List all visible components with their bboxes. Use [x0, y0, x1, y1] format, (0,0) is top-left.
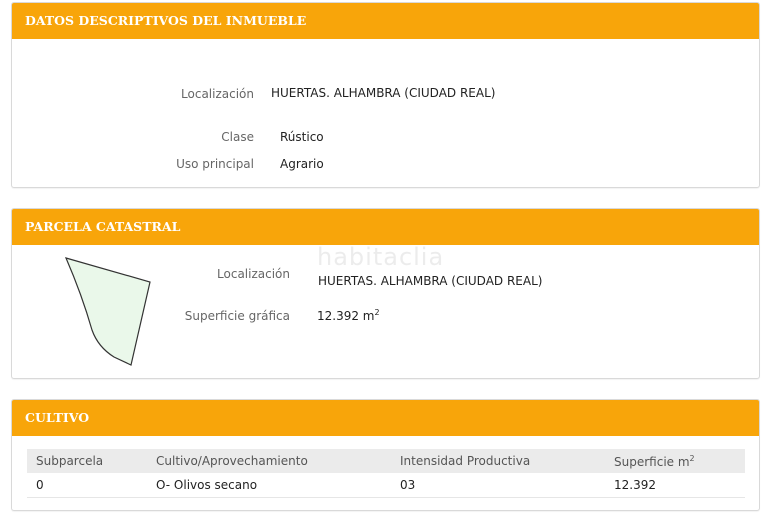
inmueble-uso-label: Uso principal	[176, 157, 254, 171]
parcel-outline	[64, 257, 151, 366]
cell-cultivo: O- Olivos secano	[156, 478, 258, 492]
parcela-superficie-value: 12.392 m2	[317, 308, 380, 323]
cultivo-panel: CULTIVO Subparcela Cultivo/Aprovechamien…	[11, 399, 760, 511]
inmueble-header: DATOS DESCRIPTIVOS DEL INMUEBLE	[12, 3, 759, 39]
cell-intensidad: 03	[400, 478, 416, 492]
cell-subparcela: 0	[36, 478, 44, 492]
col-cultivo: Cultivo/Aprovechamiento	[156, 454, 308, 468]
parcela-header: PARCELA CATASTRAL	[12, 209, 759, 245]
parcela-superficie-label: Superficie gráfica	[184, 309, 290, 323]
parcel-shape	[64, 257, 151, 366]
parcela-panel: PARCELA CATASTRAL habitaclia Localizació…	[11, 208, 760, 379]
col-intensidad: Intensidad Productiva	[400, 454, 531, 468]
inmueble-localizacion-label: Localización	[181, 87, 254, 101]
table-header-row: Subparcela Cultivo/Aprovechamiento Inten…	[27, 449, 745, 473]
col-superficie-sup: 2	[689, 454, 695, 463]
col-superficie: Superficie m2	[614, 454, 695, 469]
watermark: habitaclia	[317, 243, 445, 271]
cell-superficie: 12.392	[614, 478, 656, 492]
cultivo-table: Subparcela Cultivo/Aprovechamiento Inten…	[27, 449, 745, 498]
parcela-localizacion-label: Localización	[217, 267, 290, 281]
parcela-localizacion-value: HUERTAS. ALHAMBRA (CIUDAD REAL)	[318, 274, 543, 288]
col-subparcela: Subparcela	[36, 454, 104, 468]
cultivo-header: CULTIVO	[12, 400, 759, 436]
inmueble-localizacion-value: HUERTAS. ALHAMBRA (CIUDAD REAL)	[271, 86, 496, 100]
inmueble-clase-value: Rústico	[280, 130, 324, 144]
table-row: 0 O- Olivos secano 03 12.392	[27, 473, 745, 498]
inmueble-clase-label: Clase	[221, 130, 254, 144]
superficie-unit-sup: 2	[374, 308, 380, 317]
inmueble-uso-value: Agrario	[280, 157, 324, 171]
inmueble-panel: DATOS DESCRIPTIVOS DEL INMUEBLE Localiza…	[11, 2, 760, 188]
